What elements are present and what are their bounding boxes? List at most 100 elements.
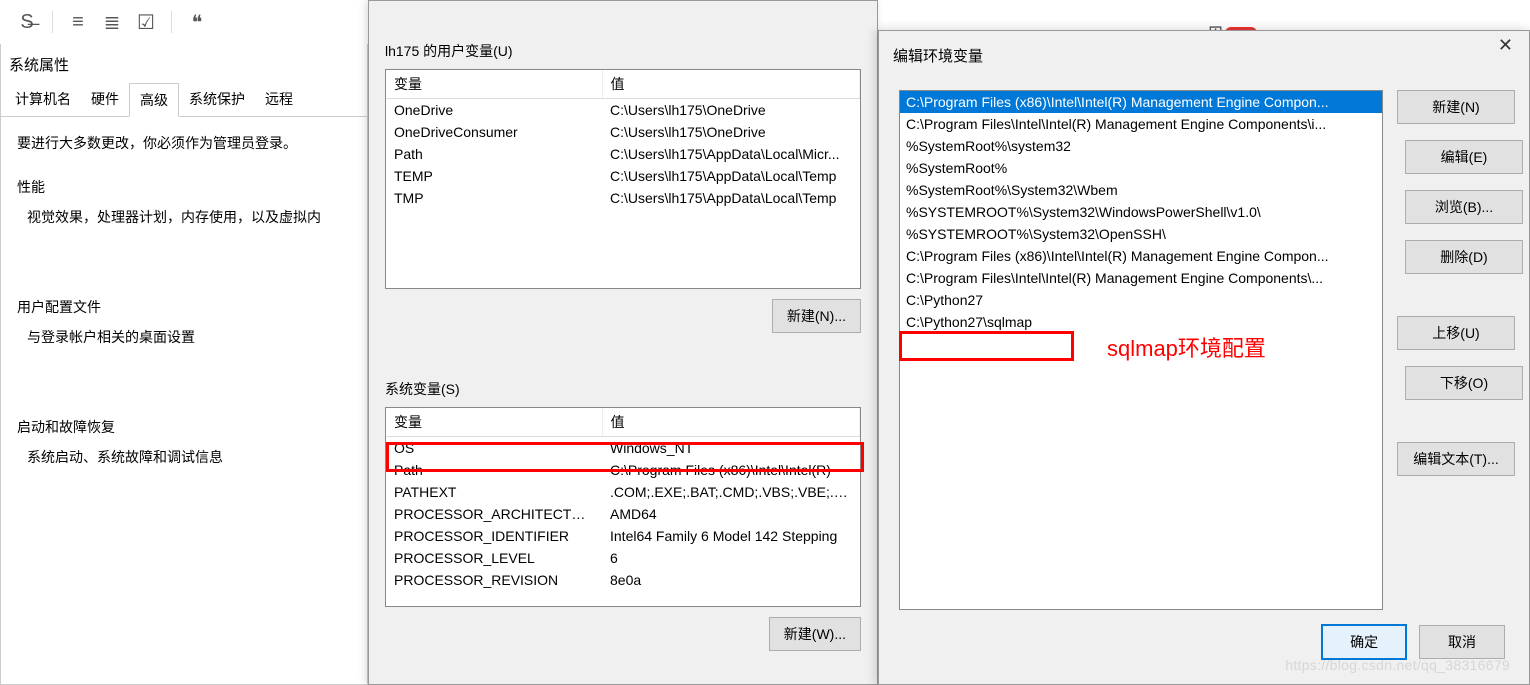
tab-system-protection[interactable]: 系统保护 [179, 83, 255, 116]
table-row[interactable]: PATHEXT.COM;.EXE;.BAT;.CMD;.VBS;.VBE;.JS… [386, 481, 860, 503]
movedown-button[interactable]: 下移(O) [1405, 366, 1523, 400]
annotation-red-label: sqlmap环境配置 [1107, 331, 1266, 363]
tab-advanced[interactable]: 高级 [129, 83, 179, 117]
list-check-icon[interactable]: ☑ [129, 10, 163, 35]
edit-button[interactable]: 编辑(E) [1405, 140, 1523, 174]
cell-val: AMD64 [602, 503, 860, 525]
tab-computer-name[interactable]: 计算机名 [5, 83, 81, 116]
table-row[interactable]: OneDriveConsumerC:\Users\lh175\OneDrive [386, 121, 860, 143]
path-row[interactable]: C:\Python27 [900, 289, 1382, 311]
cancel-button[interactable]: 取消 [1419, 625, 1505, 659]
separator [52, 11, 53, 33]
cell-var: PATHEXT [386, 481, 602, 503]
dialog-title: 系统属性 [1, 44, 367, 83]
cell-val: Intel64 Family 6 Model 142 Stepping [602, 525, 860, 547]
path-row[interactable]: C:\Python27\sqlmap [900, 311, 1382, 333]
cell-var: PROCESSOR_REVISION [386, 569, 602, 591]
table-row[interactable]: PROCESSOR_IDENTIFIERIntel64 Family 6 Mod… [386, 525, 860, 547]
sysprop-tabs: 计算机名 硬件 高级 系统保护 远程 [1, 83, 367, 117]
new-button[interactable]: 新建(N) [1397, 90, 1515, 124]
table-row[interactable]: PathC:\Program Files (x86)\Intel\Intel(R… [386, 459, 860, 481]
path-row[interactable]: %SYSTEMROOT%\System32\WindowsPowerShell\… [900, 201, 1382, 223]
cell-var: PROCESSOR_ARCHITECTURE [386, 503, 602, 525]
table-row[interactable]: OSWindows_NT [386, 437, 860, 460]
group-startup-recovery: 启动和故障恢复 系统启动、系统故障和调试信息 [17, 417, 351, 467]
user-vars-list[interactable]: 变量 值 OneDriveC:\Users\lh175\OneDriveOneD… [385, 69, 861, 289]
cell-var: Path [386, 459, 602, 481]
sysprop-body: 要进行大多数更改，你必须作为管理员登录。 性能 视觉效果，处理器计划，内存使用，… [1, 117, 367, 523]
path-row[interactable]: C:\Program Files\Intel\Intel(R) Manageme… [900, 113, 1382, 135]
environment-variables-dialog: lh175 的用户变量(U) 变量 值 OneDriveC:\Users\lh1… [368, 0, 878, 685]
sys-vars-buttons: 新建(W)... [385, 607, 861, 661]
table-row[interactable]: PROCESSOR_REVISION8e0a [386, 569, 860, 591]
col-header-val[interactable]: 值 [602, 408, 860, 437]
cell-val: C:\Users\lh175\OneDrive [602, 121, 860, 143]
table-row[interactable]: TEMPC:\Users\lh175\AppData\Local\Temp [386, 165, 860, 187]
sys-vars-list[interactable]: 变量 值 OSWindows_NTPathC:\Program Files (x… [385, 407, 861, 607]
cell-val: .COM;.EXE;.BAT;.CMD;.VBS;.VBE;.JS;. [602, 481, 860, 503]
cell-var: OneDrive [386, 99, 602, 122]
list-number-icon[interactable]: ≣ [95, 10, 129, 35]
dialog-bottom-buttons: 确定 取消 [879, 616, 1529, 660]
cell-val: C:\Users\lh175\OneDrive [602, 99, 860, 122]
table-row[interactable]: PROCESSOR_LEVEL6 [386, 547, 860, 569]
table-row[interactable]: TMPC:\Users\lh175\AppData\Local\Temp [386, 187, 860, 209]
group-user-profiles: 用户配置文件 与登录帐户相关的桌面设置 [17, 297, 351, 347]
user-new-button[interactable]: 新建(N)... [772, 299, 861, 333]
user-vars-buttons: 新建(N)... [385, 289, 861, 343]
col-header-var[interactable]: 变量 [386, 70, 602, 99]
admin-note: 要进行大多数更改，你必须作为管理员登录。 [17, 133, 351, 153]
dialog-title: 编辑环境变量 [893, 48, 983, 65]
path-row[interactable]: C:\Program Files\Intel\Intel(R) Manageme… [900, 267, 1382, 289]
cell-var: PROCESSOR_LEVEL [386, 547, 602, 569]
dialog-titlebar: 编辑环境变量 ✕ [879, 31, 1529, 76]
table-row[interactable]: PROCESSOR_ARCHITECTUREAMD64 [386, 503, 860, 525]
table-row[interactable]: PathC:\Users\lh175\AppData\Local\Micr... [386, 143, 860, 165]
close-icon[interactable]: ✕ [1490, 33, 1521, 58]
sys-new-button[interactable]: 新建(W)... [769, 617, 861, 651]
col-header-var[interactable]: 变量 [386, 408, 602, 437]
edit-env-var-dialog: 编辑环境变量 ✕ C:\Program Files (x86)\Intel\In… [878, 30, 1530, 685]
cell-val: C:\Users\lh175\AppData\Local\Temp [602, 165, 860, 187]
path-row[interactable]: C:\Program Files (x86)\Intel\Intel(R) Ma… [900, 91, 1382, 113]
group-performance: 性能 视觉效果，处理器计划，内存使用，以及虚拟内 [17, 177, 351, 227]
cell-val: 8e0a [602, 569, 860, 591]
group-label: 启动和故障恢复 [17, 417, 351, 437]
cell-var: OneDriveConsumer [386, 121, 602, 143]
path-row[interactable]: %SYSTEMROOT%\System32\OpenSSH\ [900, 223, 1382, 245]
user-vars-title: lh175 的用户变量(U) [385, 41, 861, 61]
strike-icon[interactable]: S̶ [10, 11, 44, 34]
edittext-button[interactable]: 编辑文本(T)... [1397, 442, 1515, 476]
cell-var: PROCESSOR_IDENTIFIER [386, 525, 602, 547]
group-label: 用户配置文件 [17, 297, 351, 317]
cell-val: C:\Program Files (x86)\Intel\Intel(R) [602, 459, 860, 481]
separator [171, 11, 172, 33]
cell-val: C:\Users\lh175\AppData\Local\Temp [602, 187, 860, 209]
group-desc: 视觉效果，处理器计划，内存使用，以及虚拟内 [17, 207, 351, 227]
path-row[interactable]: %SystemRoot%\System32\Wbem [900, 179, 1382, 201]
cell-val: C:\Users\lh175\AppData\Local\Micr... [602, 143, 860, 165]
path-row[interactable]: %SystemRoot% [900, 157, 1382, 179]
cell-var: TEMP [386, 165, 602, 187]
col-header-val[interactable]: 值 [602, 70, 860, 99]
quote-icon[interactable]: ❝ [180, 10, 214, 35]
table-row[interactable]: OneDriveC:\Users\lh175\OneDrive [386, 99, 860, 122]
group-label: 性能 [17, 177, 351, 197]
ok-button[interactable]: 确定 [1321, 624, 1407, 660]
cell-val: Windows_NT [602, 437, 860, 460]
system-properties-dialog: 系统属性 计算机名 硬件 高级 系统保护 远程 要进行大多数更改，你必须作为管理… [0, 44, 368, 685]
delete-button[interactable]: 删除(D) [1405, 240, 1523, 274]
cell-var: OS [386, 437, 602, 460]
side-buttons: 新建(N) 编辑(E) 浏览(B)... 删除(D) 上移(U) 下移(O) 编… [1397, 90, 1515, 610]
browse-button[interactable]: 浏览(B)... [1405, 190, 1523, 224]
group-desc: 与登录帐户相关的桌面设置 [17, 327, 351, 347]
list-bullet-icon[interactable]: ≡ [61, 11, 95, 34]
path-row[interactable]: %SystemRoot%\system32 [900, 135, 1382, 157]
group-desc: 系统启动、系统故障和调试信息 [17, 447, 351, 467]
moveup-button[interactable]: 上移(U) [1397, 316, 1515, 350]
sys-vars-title: 系统变量(S) [385, 379, 861, 399]
tab-remote[interactable]: 远程 [255, 83, 303, 116]
path-row[interactable]: C:\Program Files (x86)\Intel\Intel(R) Ma… [900, 245, 1382, 267]
cell-var: Path [386, 143, 602, 165]
tab-hardware[interactable]: 硬件 [81, 83, 129, 116]
